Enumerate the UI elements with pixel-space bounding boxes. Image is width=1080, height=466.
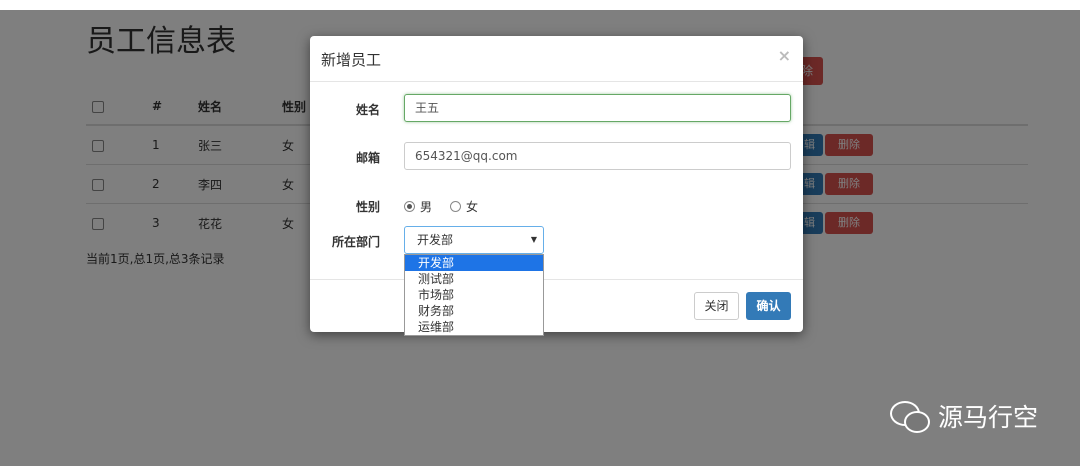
modal-footer: 关闭 确认 <box>310 279 803 333</box>
dept-option[interactable]: 开发部 <box>405 255 543 271</box>
dept-select[interactable]: 开发部 ▼ <box>404 226 544 254</box>
close-button[interactable]: 关闭 <box>694 292 739 320</box>
dept-option[interactable]: 运维部 <box>405 319 543 335</box>
modal-title: 新增员工 <box>321 51 382 69</box>
top-bar <box>0 0 1080 10</box>
gender-radio-group: 男 女 <box>404 198 478 215</box>
gender-male-radio[interactable] <box>404 201 415 212</box>
wechat-icon <box>888 399 932 433</box>
dept-option[interactable]: 市场部 <box>405 287 543 303</box>
confirm-button[interactable]: 确认 <box>746 292 791 320</box>
gender-label: 性别 <box>355 200 380 214</box>
add-employee-modal: 新增员工 × 姓名 王五 邮箱 654321@qq.com 性别 男 女 所在部… <box>310 36 803 336</box>
gender-female-label: 女 <box>466 200 479 214</box>
gender-male-label: 男 <box>420 200 433 214</box>
name-input[interactable]: 王五 <box>404 94 791 122</box>
dept-option[interactable]: 测试部 <box>405 271 543 287</box>
gender-female-radio[interactable] <box>450 201 462 212</box>
name-label: 姓名 <box>355 103 380 117</box>
dept-selected-value: 开发部 <box>417 233 454 247</box>
email-label: 邮箱 <box>355 151 380 165</box>
modal-header: 新增员工 × <box>310 36 803 82</box>
watermark-text: 源马行空 <box>938 403 1039 432</box>
dept-label: 所在部门 <box>331 235 380 249</box>
dept-dropdown-list: 开发部 测试部 市场部 财务部 运维部 <box>404 254 544 336</box>
dept-option[interactable]: 财务部 <box>405 303 543 319</box>
email-input[interactable]: 654321@qq.com <box>404 142 791 170</box>
chevron-down-icon: ▼ <box>530 235 537 244</box>
watermark: 源马行空 <box>888 398 1038 434</box>
close-icon[interactable]: × <box>778 46 791 65</box>
